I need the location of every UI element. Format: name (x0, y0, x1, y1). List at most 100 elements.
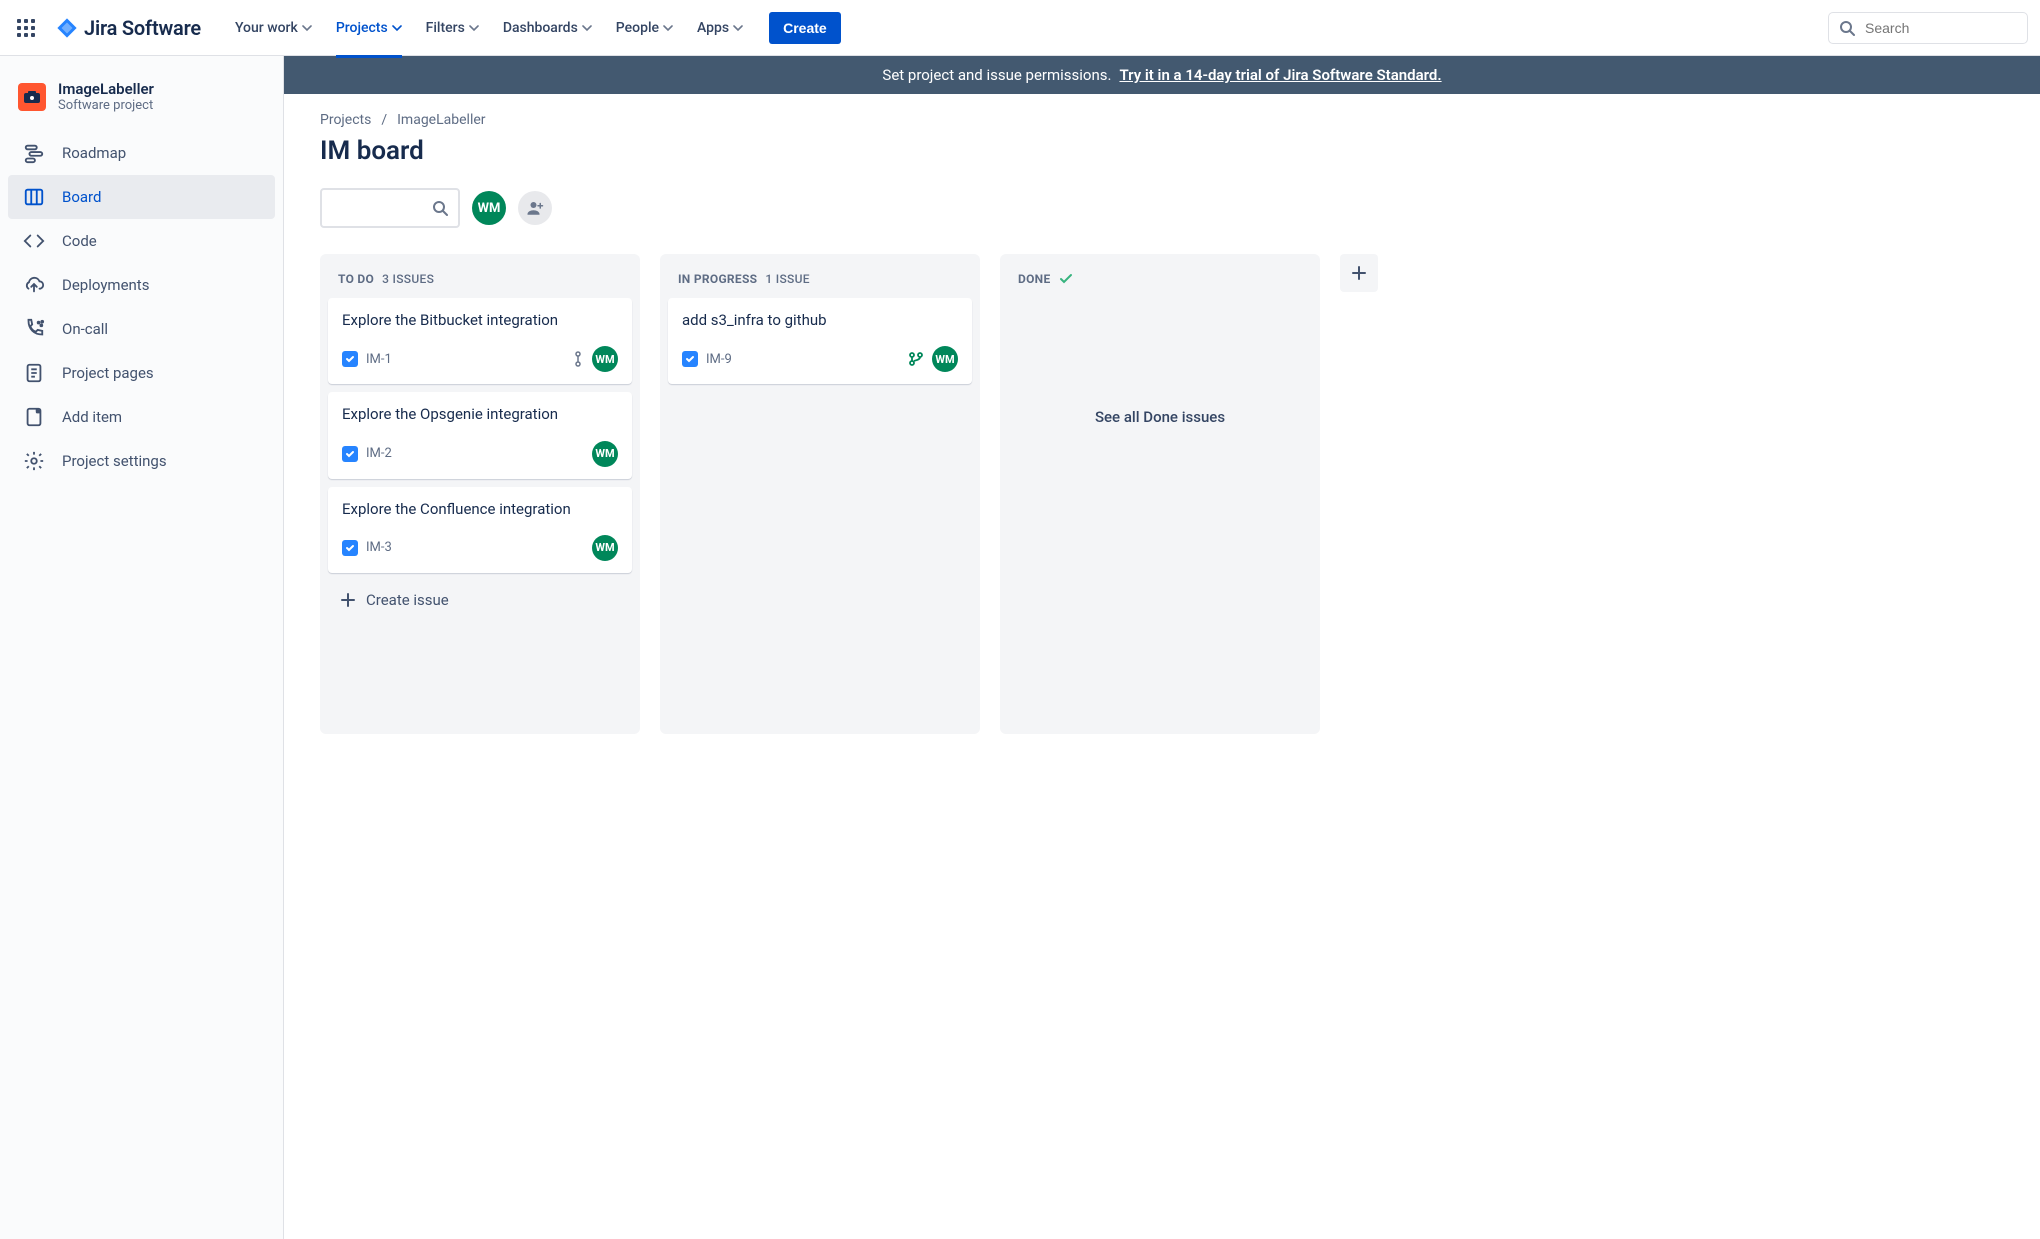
assignee-avatar: WM (592, 441, 618, 467)
roadmap-icon (22, 141, 46, 165)
column-todo: TO DO 3 ISSUES Explore the Bitbucket int… (320, 254, 640, 734)
branch-icon (908, 351, 924, 367)
add-person-icon (526, 199, 544, 217)
plus-icon (340, 592, 356, 608)
logo-text: Jira Software (84, 16, 201, 40)
cloud-upload-icon (22, 273, 46, 297)
nav-your-work[interactable]: Your work (225, 12, 322, 44)
nav-people[interactable]: People (606, 12, 683, 44)
create-issue-button[interactable]: Create issue (328, 581, 632, 619)
sidebar-item-oncall[interactable]: On-call (8, 307, 275, 351)
page-icon (22, 361, 46, 385)
sidebar-item-pages[interactable]: Project pages (8, 351, 275, 395)
create-button[interactable]: Create (769, 12, 841, 44)
primary-nav: Your work Projects Filters Dashboards Pe… (225, 12, 841, 44)
task-type-icon (342, 351, 358, 367)
task-type-icon (342, 540, 358, 556)
priority-icon (572, 351, 584, 367)
assignee-avatar: WM (592, 346, 618, 372)
assignee-avatar: WM (592, 535, 618, 561)
global-search-input[interactable] (1863, 19, 2003, 37)
board-search[interactable] (320, 188, 460, 228)
assignee-avatar: WM (932, 346, 958, 372)
sidebar-item-roadmap[interactable]: Roadmap (8, 131, 275, 175)
sidebar-item-label: On-call (62, 320, 108, 338)
card-title: add s3_infra to github (682, 310, 958, 330)
chevron-down-icon (469, 23, 479, 33)
jira-logo[interactable]: Jira Software (48, 16, 209, 40)
sidebar-item-label: Project settings (62, 452, 167, 470)
column-header[interactable]: TO DO 3 ISSUES (328, 268, 632, 298)
sidebar-item-label: Add item (62, 408, 122, 426)
breadcrumb-current[interactable]: ImageLabeller (397, 112, 485, 128)
global-search[interactable] (1828, 12, 2028, 44)
issue-key: IM-1 (366, 352, 392, 367)
sidebar-item-label: Deployments (62, 276, 149, 294)
chevron-down-icon (582, 23, 592, 33)
card-title: Explore the Opsgenie integration (342, 404, 618, 424)
chevron-down-icon (302, 23, 312, 33)
see-all-done-link[interactable]: See all Done issues (1008, 298, 1312, 426)
issue-card[interactable]: Explore the Confluence integration IM-3 … (328, 487, 632, 573)
board-filters: WM (320, 188, 2040, 228)
issue-key: IM-2 (366, 446, 392, 461)
card-title: Explore the Confluence integration (342, 499, 618, 519)
project-header[interactable]: ImageLabeller Software project (8, 76, 275, 131)
chevron-down-icon (663, 23, 673, 33)
nav-filters[interactable]: Filters (416, 12, 489, 44)
kanban-board: TO DO 3 ISSUES Explore the Bitbucket int… (320, 254, 2040, 734)
nav-projects[interactable]: Projects (326, 12, 412, 44)
issue-card[interactable]: Explore the Opsgenie integration IM-2 WM (328, 392, 632, 478)
main-content: Set project and issue permissions. Try i… (284, 56, 2040, 1239)
assignee-filter-avatar[interactable]: WM (472, 191, 506, 225)
column-done: DONE See all Done issues (1000, 254, 1320, 734)
plus-icon (1350, 264, 1368, 282)
sidebar-item-label: Project pages (62, 364, 154, 382)
column-inprogress: IN PROGRESS 1 ISSUE add s3_infra to gith… (660, 254, 980, 734)
project-name: ImageLabeller (58, 80, 154, 98)
board-icon (22, 185, 46, 209)
app-switcher-icon[interactable] (12, 14, 40, 42)
search-icon (432, 200, 448, 216)
breadcrumb-root[interactable]: Projects (320, 112, 371, 128)
sidebar-item-board[interactable]: Board (8, 175, 275, 219)
sidebar-item-add[interactable]: Add item (8, 395, 275, 439)
gear-icon (22, 449, 46, 473)
issue-key: IM-3 (366, 540, 392, 555)
chevron-down-icon (733, 23, 743, 33)
column-header[interactable]: DONE (1008, 268, 1312, 298)
card-title: Explore the Bitbucket integration (342, 310, 618, 330)
issue-key: IM-9 (706, 352, 732, 367)
add-column-button[interactable] (1340, 254, 1378, 292)
task-type-icon (682, 351, 698, 367)
sidebar-item-deployments[interactable]: Deployments (8, 263, 275, 307)
breadcrumb: Projects / ImageLabeller (320, 112, 2040, 128)
phone-icon (22, 317, 46, 341)
code-icon (22, 229, 46, 253)
task-type-icon (342, 446, 358, 462)
banner-link[interactable]: Try it in a 14-day trial of Jira Softwar… (1119, 66, 1441, 84)
sidebar-item-label: Roadmap (62, 144, 126, 162)
sidebar-item-label: Board (62, 188, 101, 206)
column-header[interactable]: IN PROGRESS 1 ISSUE (668, 268, 972, 298)
project-avatar-icon (18, 83, 46, 111)
check-icon (1059, 272, 1073, 286)
sidebar-item-settings[interactable]: Project settings (8, 439, 275, 483)
upgrade-banner: Set project and issue permissions. Try i… (284, 56, 2040, 94)
sidebar-item-code[interactable]: Code (8, 219, 275, 263)
add-page-icon (22, 405, 46, 429)
nav-dashboards[interactable]: Dashboards (493, 12, 602, 44)
issue-card[interactable]: add s3_infra to github IM-9 WM (668, 298, 972, 384)
project-type: Software project (58, 98, 154, 113)
add-people-button[interactable] (518, 191, 552, 225)
project-sidebar: ImageLabeller Software project Roadmap B… (0, 56, 284, 1239)
page-title: IM board (320, 136, 2040, 166)
nav-apps[interactable]: Apps (687, 12, 753, 44)
chevron-down-icon (392, 23, 402, 33)
issue-card[interactable]: Explore the Bitbucket integration IM-1 W… (328, 298, 632, 384)
banner-text: Set project and issue permissions. (882, 66, 1111, 84)
top-nav: Jira Software Your work Projects Filters… (0, 0, 2040, 56)
search-icon (1839, 20, 1855, 36)
sidebar-item-label: Code (62, 232, 97, 250)
jira-icon (56, 17, 78, 39)
